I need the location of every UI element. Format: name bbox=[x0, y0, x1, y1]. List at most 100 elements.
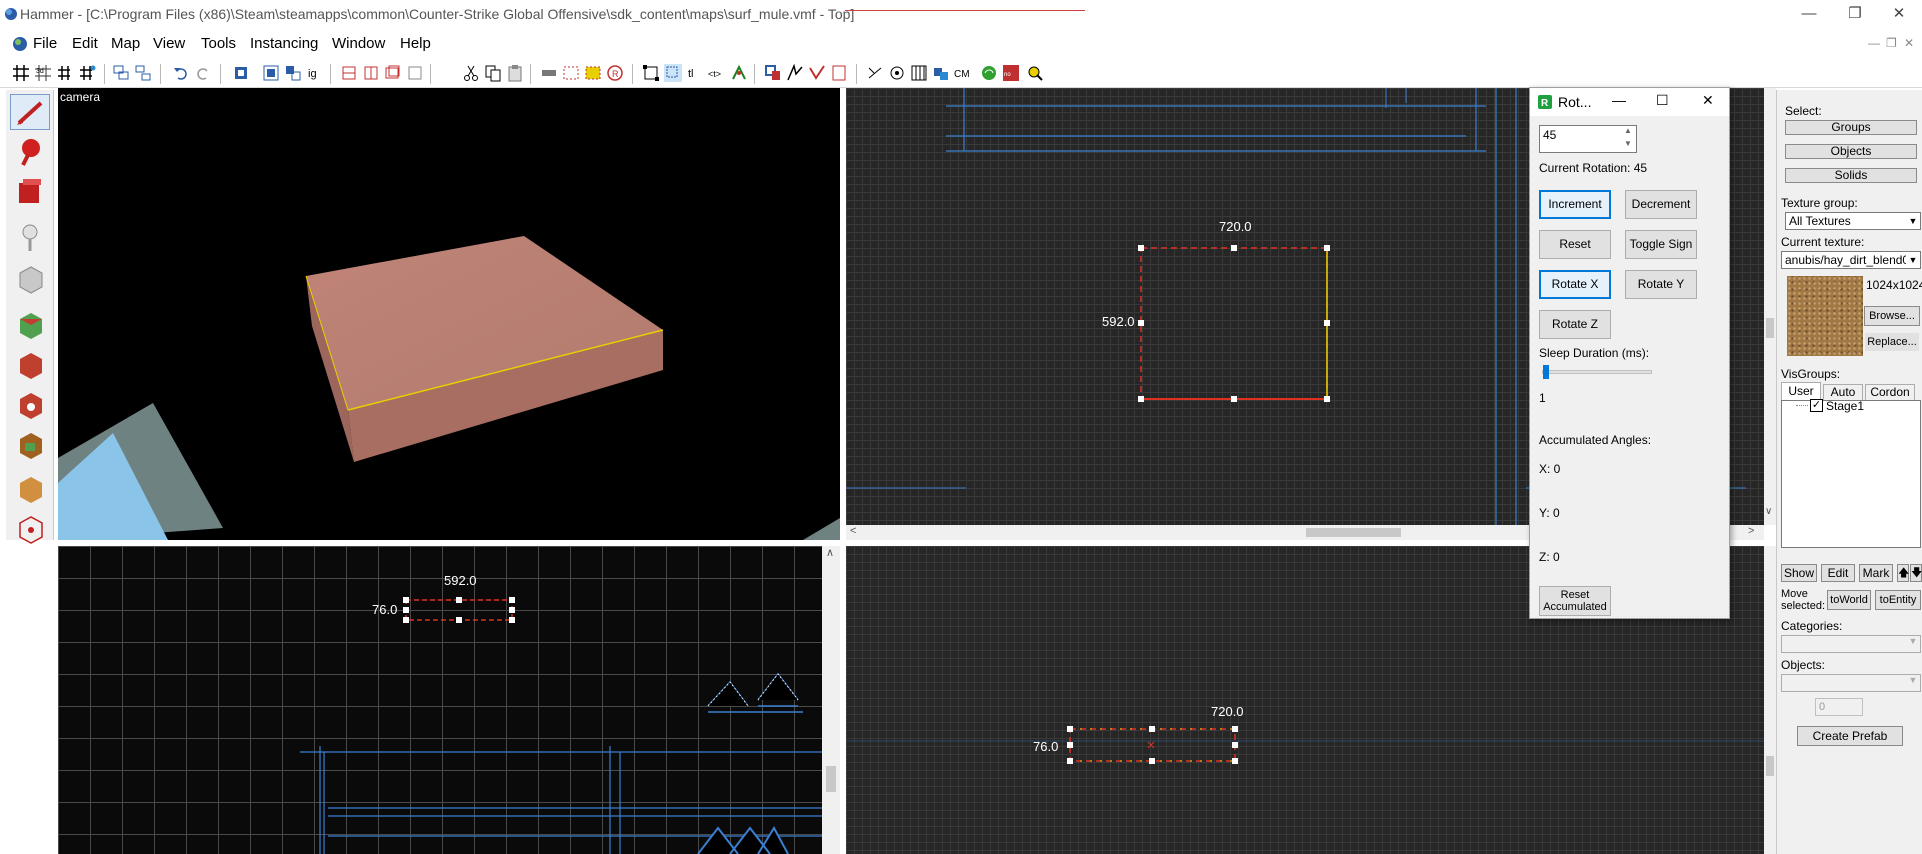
vertex-tool-icon[interactable] bbox=[10, 510, 50, 546]
menu-window[interactable]: Window bbox=[332, 35, 385, 52]
replace-button[interactable]: Replace... bbox=[1864, 332, 1920, 352]
check-map-icon[interactable] bbox=[808, 64, 826, 82]
grid-toggle-icon[interactable] bbox=[12, 64, 30, 82]
menu-instancing[interactable]: Instancing bbox=[250, 35, 318, 52]
clipping-tool-icon[interactable] bbox=[10, 470, 50, 506]
rotate-z-button[interactable]: Rotate Z bbox=[1539, 310, 1611, 339]
grid-3d-icon[interactable]: 3d bbox=[34, 64, 52, 82]
increment-value-field[interactable]: 45 bbox=[1543, 128, 1556, 142]
menu-help[interactable]: Help bbox=[400, 35, 431, 52]
menu-tools[interactable]: Tools bbox=[201, 35, 236, 52]
scroll-right-icon[interactable]: > bbox=[1748, 525, 1754, 537]
entity-tool-icon[interactable] bbox=[10, 220, 50, 256]
map-properties-icon[interactable] bbox=[830, 64, 848, 82]
flip-icon[interactable] bbox=[406, 64, 424, 82]
selection-bounds-icon[interactable] bbox=[642, 64, 660, 82]
solids-button[interactable]: Solids bbox=[1785, 168, 1917, 183]
magnify-tool-icon[interactable] bbox=[10, 134, 50, 170]
block-tool-icon[interactable] bbox=[10, 260, 50, 296]
toggle-texture-application-icon[interactable] bbox=[10, 306, 50, 342]
texture-group-select[interactable]: All Textures ▼ bbox=[1785, 212, 1921, 230]
radius-culling-icon[interactable]: R bbox=[606, 64, 624, 82]
ungroup-icon[interactable] bbox=[134, 64, 152, 82]
scroll-left-icon[interactable]: < bbox=[850, 525, 856, 537]
stepper-down-icon[interactable]: ▼ bbox=[1624, 139, 1632, 148]
texture-lock-icon[interactable] bbox=[340, 64, 358, 82]
mdi-minimize-icon[interactable]: — bbox=[1868, 36, 1880, 50]
scroll-thumb[interactable] bbox=[1766, 756, 1774, 776]
rotate-maximize-button[interactable]: ☐ bbox=[1656, 92, 1669, 109]
toggle-lighting-preview-icon[interactable]: <t> bbox=[708, 64, 726, 82]
scroll-down-icon[interactable]: ∨ bbox=[1765, 506, 1772, 517]
align-icon[interactable] bbox=[384, 64, 402, 82]
redo-icon[interactable] bbox=[194, 64, 212, 82]
show-button[interactable]: Show bbox=[1781, 564, 1817, 582]
entity-gallery-icon[interactable] bbox=[1026, 64, 1044, 82]
ignore-groups-icon[interactable]: ig bbox=[306, 64, 324, 82]
tab-user[interactable]: User bbox=[1781, 382, 1821, 400]
mdi-close-icon[interactable]: ✕ bbox=[1904, 36, 1914, 50]
grid-larger-icon[interactable] bbox=[78, 64, 96, 82]
tab-auto[interactable]: Auto bbox=[1823, 384, 1863, 400]
camera-viewport[interactable]: camera bbox=[58, 88, 840, 540]
carve-icon[interactable] bbox=[232, 64, 250, 82]
to-entity-button[interactable]: toEntity bbox=[1875, 590, 1921, 610]
selection-tool-icon[interactable] bbox=[10, 94, 50, 130]
current-texture-select[interactable]: anubis/hay_dirt_blend0 ▼ bbox=[1781, 251, 1921, 269]
visgroups-tree[interactable]: ✓ Stage1 bbox=[1781, 399, 1921, 548]
minimize-button[interactable]: — bbox=[1786, 0, 1832, 28]
show-helpers-icon[interactable] bbox=[866, 64, 884, 82]
create-prefab-button[interactable]: Create Prefab bbox=[1797, 726, 1903, 746]
entity-report-icon[interactable] bbox=[786, 64, 804, 82]
groups-button[interactable]: Groups bbox=[1785, 120, 1917, 135]
run-map-icon[interactable] bbox=[980, 64, 998, 82]
scroll-up-icon[interactable]: ∧ bbox=[826, 546, 834, 559]
texture-scale-lock-icon[interactable] bbox=[362, 64, 380, 82]
world-map-icon[interactable] bbox=[932, 64, 950, 82]
scroll-thumb[interactable] bbox=[1766, 318, 1774, 338]
show-models-icon[interactable] bbox=[888, 64, 906, 82]
edit-button[interactable]: Edit bbox=[1821, 564, 1855, 582]
categories-select[interactable]: ▼ bbox=[1781, 635, 1921, 653]
reset-button[interactable]: Reset bbox=[1539, 230, 1611, 259]
menu-view[interactable]: View bbox=[153, 35, 185, 52]
restore-button[interactable]: ❐ bbox=[1832, 0, 1878, 28]
scroll-thumb[interactable] bbox=[826, 766, 836, 792]
select-all-icon[interactable] bbox=[262, 64, 280, 82]
to-world-button[interactable]: toWorld bbox=[1827, 590, 1871, 610]
toggle-sign-button[interactable]: Toggle Sign bbox=[1625, 230, 1697, 259]
rotate-minimize-button[interactable]: — bbox=[1612, 92, 1626, 108]
apply-decals-icon[interactable] bbox=[10, 386, 50, 422]
side-vertical-scrollbar[interactable]: ∧ bbox=[822, 546, 840, 854]
objects-select[interactable]: ▼ bbox=[1781, 674, 1921, 692]
tab-cordon[interactable]: Cordon bbox=[1865, 384, 1915, 400]
no-draw-icon[interactable]: no bbox=[1002, 64, 1020, 82]
sleep-duration-slider[interactable] bbox=[1542, 365, 1652, 379]
move-down-icon[interactable]: 🡇 bbox=[1910, 564, 1922, 582]
move-up-icon[interactable]: 🡅 bbox=[1897, 564, 1909, 582]
increment-button[interactable]: Increment bbox=[1539, 190, 1611, 219]
move-to-entity-icon[interactable] bbox=[584, 64, 602, 82]
prefab-count-stepper[interactable]: 0 bbox=[1815, 698, 1863, 716]
mdi-restore-icon[interactable]: ❐ bbox=[1886, 36, 1897, 50]
toggle-texture-lock-icon[interactable]: tl bbox=[686, 64, 704, 82]
front-vertical-scrollbar[interactable] bbox=[1764, 546, 1776, 854]
paste-icon[interactable] bbox=[506, 64, 524, 82]
decrement-button[interactable]: Decrement bbox=[1625, 190, 1697, 219]
stepper-up-icon[interactable]: ▲ bbox=[1624, 126, 1632, 135]
reset-accumulated-button[interactable]: Reset Accumulated bbox=[1539, 586, 1611, 616]
selection-handles-icon[interactable] bbox=[664, 64, 682, 82]
tie-to-entity-icon[interactable] bbox=[562, 64, 580, 82]
top-vertical-scrollbar[interactable]: ∨ bbox=[1764, 88, 1776, 525]
cubemap-icon[interactable]: CM bbox=[954, 64, 972, 82]
apply-overlays-icon[interactable] bbox=[10, 426, 50, 462]
scroll-thumb[interactable] bbox=[1306, 528, 1401, 537]
apply-current-texture-icon[interactable] bbox=[10, 346, 50, 382]
side-viewport[interactable]: 592.0 76.0 bbox=[58, 546, 822, 854]
rotate-y-button[interactable]: Rotate Y bbox=[1625, 270, 1697, 299]
objects-button[interactable]: Objects bbox=[1785, 144, 1917, 159]
menu-file[interactable]: File bbox=[33, 35, 57, 52]
show-grid-icon[interactable] bbox=[910, 64, 928, 82]
menu-map[interactable]: Map bbox=[111, 35, 140, 52]
group-icon[interactable] bbox=[112, 64, 130, 82]
